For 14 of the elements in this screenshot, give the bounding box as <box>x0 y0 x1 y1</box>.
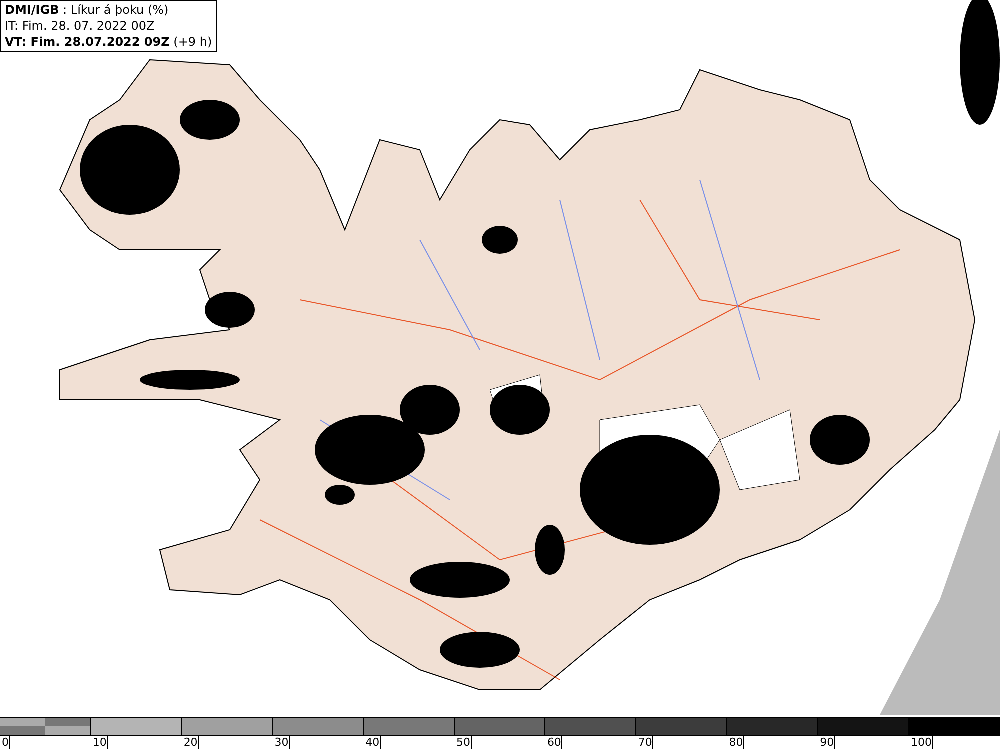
map-info-line: IT: Fim. 28. 07. 2022 00Z <box>5 18 156 34</box>
legend-label: 20 <box>182 736 199 749</box>
legend-label: 60 <box>545 736 562 749</box>
legend-label: 100 <box>909 736 934 749</box>
map-info-line: VT: Fim. 28.07.2022 09Z (+9 h) <box>5 34 212 50</box>
legend-label: 40 <box>364 736 381 749</box>
legend-label: 50 <box>454 736 472 749</box>
legend-label: 90 <box>818 736 836 749</box>
legend-label: 80 <box>727 736 744 749</box>
map-info-line: DMI/IGB : Líkur á þoku (%) <box>5 2 170 18</box>
legend-label: 10 <box>90 736 108 749</box>
legend-label: 30 <box>272 736 290 749</box>
legend-label: 0 <box>0 736 10 749</box>
legend-label: 70 <box>636 736 654 749</box>
